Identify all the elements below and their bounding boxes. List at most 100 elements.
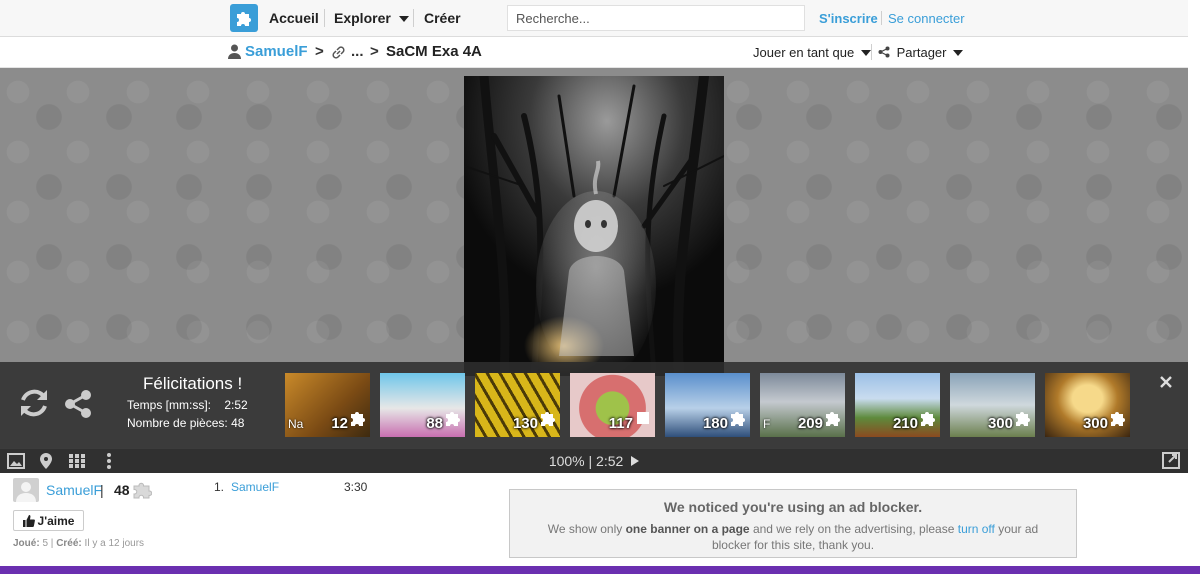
created-label: Créé: (56, 538, 82, 549)
breadcrumb-ellipsis[interactable]: ... (351, 43, 364, 60)
puzzle-board[interactable] (0, 68, 1188, 376)
suggested-puzzle[interactable]: Na 12 (285, 373, 370, 437)
adblock-title: We noticed you're using an ad blocker. (663, 499, 923, 515)
play-as-menu[interactable]: Jouer en tant que (753, 45, 871, 60)
thumb-caption: F (763, 417, 771, 431)
thumbs-up-icon (22, 514, 35, 527)
suggested-puzzle[interactable]: 210 (855, 373, 940, 437)
share-label: Partager (896, 45, 947, 60)
breadcrumb-separator: > (370, 43, 379, 60)
breadcrumb-user-link[interactable]: SamuelF (245, 43, 308, 60)
restart-icon[interactable] (17, 386, 51, 420)
chevron-down-icon (398, 16, 409, 22)
play-icon[interactable] (630, 456, 640, 466)
puzzle-piece-icon (349, 409, 367, 432)
puzzle-stats: Joué: 5 | Créé: Il y a 12 jours (13, 538, 144, 549)
site-logo-icon[interactable] (230, 4, 258, 32)
user-icon (228, 44, 241, 59)
puzzle-piece-icon (1109, 409, 1127, 432)
congratulations-title: Félicitations ! (143, 374, 243, 393)
puzzle-piece-icon (729, 409, 747, 432)
nav-explore-menu[interactable]: Explorer (334, 10, 409, 26)
player-link[interactable]: SamuelF (231, 480, 279, 494)
piece-count: 210 (892, 415, 918, 432)
piece-count: 88 (426, 415, 443, 432)
nav-divider (413, 9, 414, 27)
played-label: Joué: (13, 538, 40, 549)
play-as-label: Jouer en tant que (753, 45, 855, 60)
adblock-text: and we rely on the advertising, please (749, 522, 958, 536)
adblock-text: We show only (547, 522, 626, 536)
share-icon (878, 46, 890, 58)
top-navigation-bar: Accueil Explorer Créer S'inscrire Se con… (0, 0, 1188, 37)
played-value: 5 (42, 538, 49, 549)
piece-count: 209 (797, 415, 823, 432)
piece-count: 130 (512, 415, 538, 432)
piece-count: 12 (331, 415, 348, 432)
piece-count: 300 (1082, 415, 1108, 432)
fullscreen-icon[interactable] (1162, 452, 1180, 469)
created-value: Il y a 12 jours (84, 538, 145, 549)
suggested-puzzle[interactable]: F 209 (760, 373, 845, 437)
search-input[interactable] (507, 5, 805, 31)
chevron-down-icon (860, 50, 871, 56)
piece-count: 180 (702, 415, 728, 432)
player-time: 3:30 (344, 480, 368, 494)
breadcrumb-separator: > (315, 43, 324, 60)
thumb-caption: Na (288, 417, 304, 431)
share-menu[interactable]: Partager (878, 45, 964, 60)
close-icon[interactable] (1160, 376, 1172, 388)
suggested-puzzle[interactable]: 88 (380, 373, 465, 437)
breadcrumb: SamuelF > ... > SaCM Exa 4A Jouer en tan… (0, 37, 1188, 68)
adblock-message: We show only one banner on a page and we… (528, 521, 1058, 553)
status-text: 100% | 2:52 (548, 453, 624, 469)
os-taskbar (0, 566, 1200, 574)
time-label: Temps [mm:ss]: (127, 398, 212, 412)
rank: 1. (214, 480, 225, 494)
nav-divider (881, 11, 882, 25)
suggested-puzzle[interactable]: 130 (475, 373, 560, 437)
nav-create-link[interactable]: Créer (424, 10, 461, 26)
turn-off-link[interactable]: turn off (958, 522, 995, 536)
stats-separator: | (50, 538, 54, 549)
adblock-notice: We noticed you're using an ad blocker. W… (509, 489, 1077, 558)
suggested-puzzle[interactable]: 180 (665, 373, 750, 437)
puzzle-piece-icon (824, 409, 842, 432)
info-separator: | (100, 482, 104, 498)
nav-home-link[interactable]: Accueil (269, 10, 319, 26)
puzzle-image (464, 76, 724, 376)
avatar[interactable] (13, 478, 39, 502)
menu-divider (871, 44, 872, 60)
link-icon[interactable] (331, 45, 346, 60)
author-link[interactable]: SamuelF (46, 482, 102, 498)
suggested-puzzle[interactable]: 300 (1045, 373, 1130, 437)
congratulations-panel: Félicitations ! Temps [mm:ss]: 2:52 Nomb… (0, 362, 1188, 448)
puzzle-piece-icon (1014, 409, 1032, 432)
like-label: J'aime (37, 513, 75, 528)
suggested-puzzle[interactable]: 117 (570, 373, 655, 437)
puzzle-piece-icon (444, 409, 462, 432)
login-link[interactable]: Se connecter (888, 11, 965, 26)
suggested-puzzle[interactable]: 300 (950, 373, 1035, 437)
puzzle-piece-icon (634, 409, 652, 432)
time-value: 2:52 (224, 398, 248, 412)
share-icon[interactable] (63, 389, 93, 419)
signup-link[interactable]: S'inscrire (819, 11, 878, 26)
like-button[interactable]: J'aime (13, 510, 84, 531)
pieces-label: Nombre de pièces: (127, 416, 228, 430)
progress-status: 100% | 2:52 (0, 453, 1188, 469)
time-stat: Temps [mm:ss]: 2:52 (127, 398, 248, 412)
nav-explore-label: Explorer (334, 10, 391, 26)
pieces-stat: Nombre de pièces: 48 (127, 416, 244, 430)
puzzle-control-bar: 100% | 2:52 (0, 448, 1188, 473)
puzzle-piece-icon (919, 409, 937, 432)
puzzle-piece-icon (133, 482, 152, 499)
nav-divider (324, 9, 325, 27)
piece-count: 117 (608, 415, 633, 432)
piece-count: 48 (114, 482, 130, 498)
puzzle-piece-icon (539, 409, 557, 432)
page-title: SaCM Exa 4A (386, 43, 482, 60)
piece-count: 300 (987, 415, 1013, 432)
adblock-emphasis: one banner on a page (625, 522, 750, 536)
pieces-value: 48 (231, 416, 245, 430)
